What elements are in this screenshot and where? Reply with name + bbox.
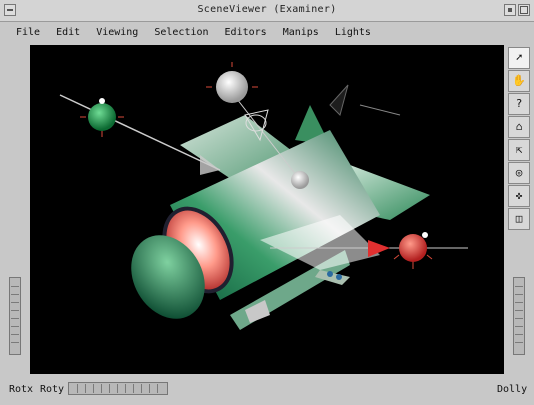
left-wheel-bar xyxy=(0,45,30,374)
menu-lights[interactable]: Lights xyxy=(327,27,379,38)
bottom-wheel-bar: Rotx Roty Dolly xyxy=(0,376,534,405)
view-all-icon[interactable]: ◎ xyxy=(508,162,530,184)
title-bar[interactable]: SceneViewer (Examiner) xyxy=(0,0,534,22)
menu-selection[interactable]: Selection xyxy=(146,27,216,38)
rotx-thumbwheel[interactable] xyxy=(9,277,21,355)
dolly-label: Dolly xyxy=(497,384,528,395)
pick-arrow-icon[interactable]: ➚ xyxy=(508,47,530,69)
help-icon[interactable]: ? xyxy=(508,93,530,115)
menu-bar: File Edit Viewing Selection Editors Mani… xyxy=(6,24,528,41)
seek-icon[interactable]: ✜ xyxy=(508,185,530,207)
scene-render xyxy=(59,62,468,330)
roty-thumbwheel[interactable] xyxy=(68,382,168,395)
viewer-toolbar: ➚ ✋ ? ⌂ ⇱ ◎ ✜ ◫ xyxy=(504,45,534,374)
manip-line-left xyxy=(59,94,221,171)
view-hand-icon[interactable]: ✋ xyxy=(508,70,530,92)
white-light-sphere xyxy=(216,71,248,103)
scene-viewport[interactable] xyxy=(30,45,504,374)
menu-file[interactable]: File xyxy=(6,27,48,38)
red-light-sphere xyxy=(399,234,427,262)
roty-label: Roty xyxy=(40,384,65,395)
maximize-button[interactable] xyxy=(518,4,530,16)
menu-manips[interactable]: Manips xyxy=(275,27,327,38)
green-light-sphere xyxy=(88,103,116,131)
menu-viewing[interactable]: Viewing xyxy=(88,27,146,38)
tail-fin xyxy=(329,84,349,116)
rotx-label: Rotx xyxy=(9,384,34,395)
set-home-icon[interactable]: ⇱ xyxy=(508,139,530,161)
home-icon[interactable]: ⌂ xyxy=(508,116,530,138)
menu-edit[interactable]: Edit xyxy=(48,27,88,38)
minimize-button[interactable] xyxy=(504,4,516,16)
camera-type-icon[interactable]: ◫ xyxy=(508,208,530,230)
menu-editors[interactable]: Editors xyxy=(217,27,275,38)
window-title: SceneViewer (Examiner) xyxy=(197,4,337,15)
dolly-thumbwheel[interactable] xyxy=(513,277,525,355)
